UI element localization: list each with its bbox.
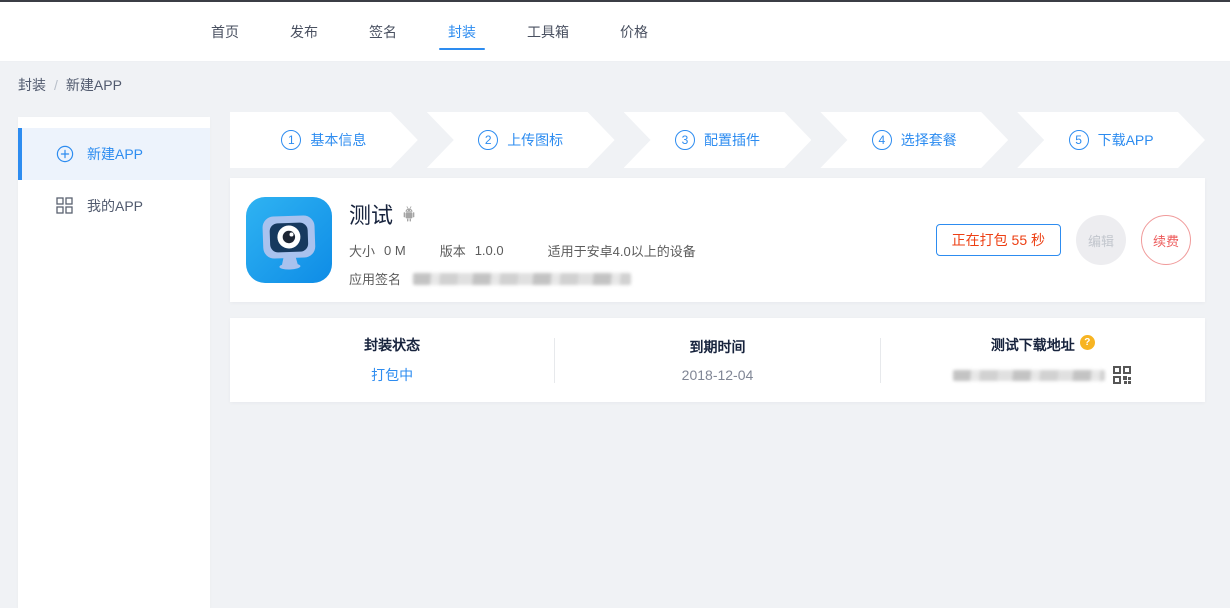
- help-icon[interactable]: ?: [1080, 335, 1095, 350]
- status-col-package-state: 封装状态 打包中: [230, 318, 554, 402]
- sidebar-item-label: 新建APP: [87, 144, 143, 164]
- app-card-actions: 正在打包 55 秒 编辑 续费: [936, 197, 1191, 283]
- android-icon: [401, 205, 417, 223]
- step-number: 3: [675, 130, 695, 150]
- packing-status-button[interactable]: 正在打包 55 秒: [936, 224, 1061, 256]
- app-title: 测试: [349, 198, 393, 230]
- circle-plus-icon: [56, 145, 74, 163]
- signature-redacted-text: [413, 273, 631, 285]
- step-number: 2: [478, 130, 498, 150]
- app-meta: 大小 0 M 版本 1.0.0 适用于安卓4.0以上的设备: [349, 241, 696, 260]
- nav-item-package[interactable]: 封装: [439, 2, 485, 61]
- download-url-redacted-text: [953, 370, 1105, 381]
- size-value: 0 M: [384, 243, 406, 258]
- step-download-app: 5 下载APP: [1017, 112, 1205, 168]
- signature-label: 应用签名: [349, 269, 401, 288]
- download-url-label: 测试下载地址: [991, 335, 1075, 355]
- top-header: 首页 发布 签名 封装 工具箱 价格: [0, 2, 1230, 62]
- nav-item-publish[interactable]: 发布: [281, 2, 327, 61]
- expiry-date-value: 2018-12-04: [682, 367, 754, 383]
- app-logo: [246, 197, 332, 283]
- step-label: 选择套餐: [901, 130, 957, 150]
- grid-icon: [56, 197, 74, 215]
- step-label: 上传图标: [507, 130, 563, 150]
- status-bar: 封装状态 打包中 到期时间 2018-12-04 测试下载地址 ?: [230, 318, 1205, 402]
- version-label: 版本: [440, 241, 466, 260]
- content-area: 新建APP 我的APP 1 基本信息 2 上传图标: [0, 108, 1230, 608]
- package-state-value: 打包中: [371, 365, 413, 385]
- step-basic-info: 1 基本信息: [230, 112, 418, 168]
- wizard-steps: 1 基本信息 2 上传图标 3 配置插件 4 选择套餐 5 下载APP: [230, 112, 1205, 168]
- qr-code-icon[interactable]: [1112, 365, 1132, 385]
- nav-item-toolbox[interactable]: 工具箱: [518, 2, 578, 61]
- step-number: 1: [281, 130, 301, 150]
- nav-item-home[interactable]: 首页: [202, 2, 248, 61]
- nav-item-sign[interactable]: 签名: [360, 2, 406, 61]
- step-label: 基本信息: [310, 130, 366, 150]
- renew-button[interactable]: 续费: [1141, 215, 1191, 265]
- sidebar-item-my-apps[interactable]: 我的APP: [18, 180, 210, 232]
- breadcrumb: 封装 / 新建APP: [0, 62, 1230, 108]
- status-label: 封装状态: [364, 335, 420, 355]
- size-label: 大小: [349, 241, 375, 260]
- status-col-download-url: 测试下载地址 ?: [881, 318, 1205, 402]
- step-upload-icon: 2 上传图标: [427, 112, 615, 168]
- edit-button[interactable]: 编辑: [1076, 215, 1126, 265]
- app-card: 测试: [230, 178, 1205, 302]
- sidebar-item-new-app[interactable]: 新建APP: [18, 128, 210, 180]
- step-select-plan: 4 选择套餐: [820, 112, 1008, 168]
- step-label: 下载APP: [1098, 130, 1154, 150]
- status-col-expiry: 到期时间 2018-12-04: [555, 318, 879, 402]
- status-label: 到期时间: [689, 337, 745, 357]
- step-number: 4: [872, 130, 892, 150]
- app-signature-row: 应用签名: [349, 269, 696, 288]
- main-nav: 首页 发布 签名 封装 工具箱 价格: [202, 2, 690, 61]
- breadcrumb-current: 新建APP: [66, 75, 122, 95]
- sidebar-item-label: 我的APP: [87, 196, 143, 216]
- compat-text: 适用于安卓4.0以上的设备: [548, 241, 696, 260]
- breadcrumb-separator: /: [54, 77, 58, 93]
- breadcrumb-section[interactable]: 封装: [18, 75, 46, 95]
- nav-item-price[interactable]: 价格: [611, 2, 657, 61]
- step-number: 5: [1069, 130, 1089, 150]
- step-configure-plugins: 3 配置插件: [624, 112, 812, 168]
- main-panel: 1 基本信息 2 上传图标 3 配置插件 4 选择套餐 5 下载APP: [230, 112, 1205, 402]
- app-info: 测试: [349, 197, 696, 283]
- sidebar: 新建APP 我的APP: [18, 117, 210, 608]
- status-label: 测试下载地址 ?: [991, 335, 1095, 355]
- step-label: 配置插件: [704, 130, 760, 150]
- version-value: 1.0.0: [475, 243, 504, 258]
